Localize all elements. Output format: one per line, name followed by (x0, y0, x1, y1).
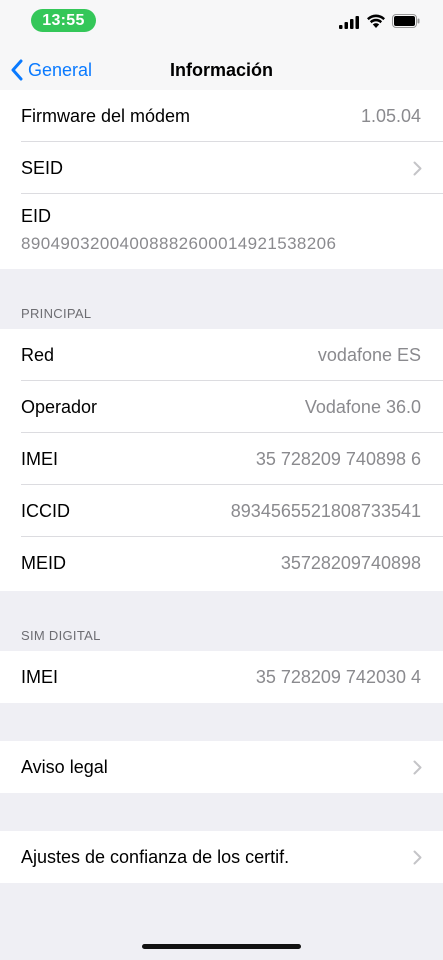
wifi-icon (367, 14, 385, 28)
principal-group: Red vodafone ES Operador Vodafone 36.0 I… (0, 329, 443, 591)
chevron-right-icon (413, 760, 422, 775)
imei-label: IMEI (21, 449, 59, 469)
device-info-group: Firmware del módem 1.05.04 SEID EID 8904… (0, 90, 443, 269)
network-row: Red vodafone ES (0, 329, 443, 381)
legal-group: Aviso legal (0, 741, 443, 793)
network-label: Red (21, 345, 55, 365)
iccid-label: ICCID (21, 501, 70, 521)
status-time[interactable]: 13:55 (31, 9, 96, 32)
eid-value: 89049032004008882600014921538206 (21, 234, 337, 253)
principal-header: PRINCIPAL (21, 306, 92, 321)
status-bar: 13:55 (0, 0, 443, 44)
imei-row: IMEI 35 728209 740898 6 (0, 433, 443, 485)
iccid-value: 8934565521808733541 (230, 501, 421, 521)
seid-row[interactable]: SEID (0, 142, 443, 194)
carrier-value: Vodafone 36.0 (304, 397, 421, 417)
meid-label: MEID (21, 553, 66, 573)
legal-row[interactable]: Aviso legal (0, 741, 443, 793)
firmware-row: Firmware del módem 1.05.04 (0, 90, 443, 142)
carrier-row: Operador Vodafone 36.0 (0, 381, 443, 433)
page-title: Información (169, 60, 273, 80)
firmware-value: 1.05.04 (360, 106, 421, 126)
sim-digital-header: SIM DIGITAL (21, 628, 101, 643)
carrier-label: Operador (21, 397, 98, 417)
eid-label: EID (21, 206, 52, 226)
battery-icon (392, 14, 420, 28)
sim-digital-group: IMEI 35 728209 742030 4 (0, 651, 443, 703)
cert-trust-group: Ajustes de confianza de los certif. (0, 831, 443, 883)
iccid-row: ICCID 8934565521808733541 (0, 485, 443, 537)
home-indicator[interactable] (142, 944, 301, 949)
meid-value: 35728209740898 (280, 553, 421, 573)
chevron-right-icon (413, 850, 422, 865)
digital-imei-label: IMEI (21, 667, 59, 687)
legal-label: Aviso legal (21, 757, 108, 777)
digital-imei-value: 35 728209 742030 4 (255, 667, 421, 687)
chevron-right-icon (413, 161, 422, 176)
digital-imei-row: IMEI 35 728209 742030 4 (0, 651, 443, 703)
network-value: vodafone ES (317, 345, 421, 365)
cellular-signal-icon (339, 16, 359, 29)
cert-trust-label: Ajustes de confianza de los certif. (21, 847, 290, 867)
imei-value: 35 728209 740898 6 (255, 449, 421, 469)
meid-row: MEID 35728209740898 (0, 537, 443, 589)
firmware-label: Firmware del módem (21, 106, 191, 126)
cert-trust-row[interactable]: Ajustes de confianza de los certif. (0, 831, 443, 883)
seid-label: SEID (21, 158, 64, 178)
eid-row: EID 89049032004008882600014921538206 (0, 194, 443, 269)
